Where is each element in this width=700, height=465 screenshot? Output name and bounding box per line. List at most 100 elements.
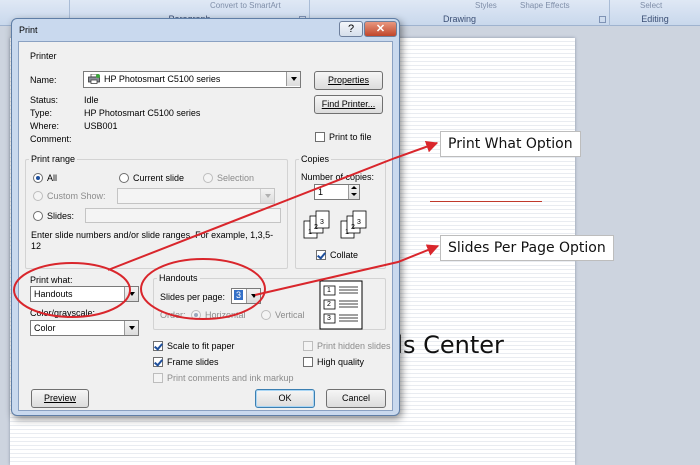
range-all-radio[interactable]	[33, 173, 43, 183]
help-button[interactable]: ?	[339, 21, 363, 37]
drawing-launcher-icon[interactable]	[599, 16, 606, 23]
copies-label: Copies	[299, 154, 332, 164]
slides-per-page-value: 3	[234, 290, 244, 300]
close-button[interactable]: ✕	[364, 21, 397, 37]
range-slides-label[interactable]: Slides:	[47, 211, 74, 221]
where-value: USB001	[84, 121, 118, 131]
print-to-file-checkbox[interactable]	[315, 132, 325, 142]
printer-group-label: Printer	[30, 51, 57, 61]
order-vertical-radio[interactable]	[261, 310, 271, 320]
order-vertical-label[interactable]: Vertical	[275, 310, 305, 320]
print-hidden-checkbox[interactable]	[303, 341, 313, 351]
range-current-slide-label[interactable]: Current slide	[133, 173, 184, 183]
high-quality-label[interactable]: High quality	[317, 357, 364, 367]
properties-button-label: Properties	[327, 75, 370, 85]
printer-dropdown-chevron-icon[interactable]	[286, 72, 300, 86]
preview-button[interactable]: Preview	[31, 389, 89, 408]
handout-preview-icon	[319, 280, 363, 330]
custom-show-chevron-icon[interactable]	[260, 189, 274, 203]
order-horizontal-label[interactable]: Horizontal	[205, 310, 246, 320]
custom-show-select[interactable]	[117, 188, 275, 204]
frame-slides-label[interactable]: Frame slides	[167, 357, 219, 367]
type-value: HP Photosmart C5100 series	[84, 108, 201, 118]
color-grayscale-chevron-icon[interactable]	[124, 321, 138, 335]
printer-name-select[interactable]: HP Photosmart C5100 series	[83, 71, 301, 88]
find-printer-button[interactable]: Find Printer...	[314, 95, 383, 114]
print-what-label: Print what:	[30, 275, 73, 285]
slides-range-input[interactable]	[85, 208, 281, 223]
type-label: Type:	[30, 108, 53, 118]
dialog-client: Printer Name: HP Photosmart C5100 series…	[18, 41, 393, 411]
handouts-label: Handouts	[157, 273, 200, 283]
print-comments-label[interactable]: Print comments and ink markup	[167, 373, 294, 383]
copies-number-spinner[interactable]: 1	[314, 184, 360, 200]
range-slides-radio[interactable]	[33, 211, 43, 221]
shape-effects-text[interactable]: Shape Effects	[520, 1, 570, 10]
find-printer-button-label: Find Printer...	[321, 99, 376, 109]
frame-slides-checkbox[interactable]	[153, 357, 163, 367]
handout-preview-number-1: 1	[327, 287, 331, 294]
range-all-label[interactable]: All	[47, 173, 57, 183]
range-custom-show-radio[interactable]	[33, 191, 43, 201]
preview-button-label: Preview	[43, 393, 76, 403]
dialog-title: Print	[19, 25, 38, 35]
order-horizontal-radio[interactable]	[191, 310, 201, 320]
color-grayscale-value: Color	[34, 323, 56, 333]
dialog-titlebar[interactable]: Print ? ✕	[12, 19, 399, 41]
name-label: Name:	[30, 75, 57, 85]
collate-page-number-1b: 1	[345, 229, 349, 236]
print-what-chevron-icon[interactable]	[124, 287, 138, 301]
range-custom-show-label[interactable]: Custom Show:	[47, 191, 106, 201]
styles-text[interactable]: Styles	[475, 1, 497, 10]
scale-to-fit-checkbox[interactable]	[153, 341, 163, 351]
select-text[interactable]: Select	[640, 1, 662, 10]
print-hidden-label[interactable]: Print hidden slides	[317, 341, 391, 351]
order-label: Order:	[160, 310, 186, 320]
range-current-slide-radio[interactable]	[119, 173, 129, 183]
status-label: Status:	[30, 95, 59, 105]
collate-page-number-1: 1	[308, 229, 312, 236]
collate-label[interactable]: Collate	[330, 250, 358, 260]
high-quality-checkbox[interactable]	[303, 357, 313, 367]
range-selection-label[interactable]: Selection	[217, 173, 254, 183]
handout-preview-number-3: 3	[327, 315, 331, 322]
editing-label: Editing	[641, 14, 669, 24]
slides-per-page-chevron-icon[interactable]	[246, 289, 260, 303]
callout-slides-per-page: Slides Per Page Option	[440, 235, 614, 261]
print-range-hint: Enter slide numbers and/or slide ranges.…	[31, 230, 274, 251]
printer-icon	[88, 74, 100, 84]
collate-illustration-icon	[303, 210, 367, 239]
collate-page-number-2b: 2	[351, 224, 355, 231]
cancel-button[interactable]: Cancel	[326, 389, 386, 408]
where-label: Where:	[30, 121, 60, 131]
copies-number-value: 1	[318, 187, 324, 197]
color-grayscale-select[interactable]: Color	[30, 320, 139, 336]
collate-page-number-3b: 3	[357, 219, 361, 226]
ok-button[interactable]: OK	[255, 389, 315, 408]
comment-label: Comment:	[30, 134, 72, 144]
handout-preview-number-2: 2	[327, 301, 331, 308]
scale-to-fit-label[interactable]: Scale to fit paper	[167, 341, 235, 351]
print-what-value: Handouts	[34, 289, 73, 299]
collate-page-number-2: 2	[314, 224, 318, 231]
print-to-file-label[interactable]: Print to file	[329, 132, 372, 142]
status-value: Idle	[84, 95, 99, 105]
color-grayscale-label: Color/grayscale:	[30, 308, 96, 318]
print-comments-checkbox[interactable]	[153, 373, 163, 383]
printer-name-value: HP Photosmart C5100 series	[104, 74, 221, 84]
ribbon-group-editing: Select Editing	[610, 0, 700, 26]
slide-title-text: ills Center	[383, 331, 504, 359]
collate-checkbox[interactable]	[316, 250, 326, 260]
print-what-select[interactable]: Handouts	[30, 286, 139, 302]
slide-divider-line	[430, 201, 542, 202]
print-range-label: Print range	[29, 154, 78, 164]
collate-page-number-3: 3	[320, 219, 324, 226]
copies-number-label: Number of copies:	[301, 172, 375, 182]
print-dialog: Print ? ✕ Printer Name: HP Photosmart C5…	[11, 18, 400, 416]
copies-spin-arrows-icon[interactable]	[348, 185, 359, 199]
slides-per-page-select[interactable]: 3	[231, 288, 261, 304]
properties-button[interactable]: Properties	[314, 71, 383, 90]
callout-print-what: Print What Option	[440, 131, 581, 157]
range-selection-radio[interactable]	[203, 173, 213, 183]
convert-smartart-text[interactable]: Convert to SmartArt	[210, 1, 281, 10]
